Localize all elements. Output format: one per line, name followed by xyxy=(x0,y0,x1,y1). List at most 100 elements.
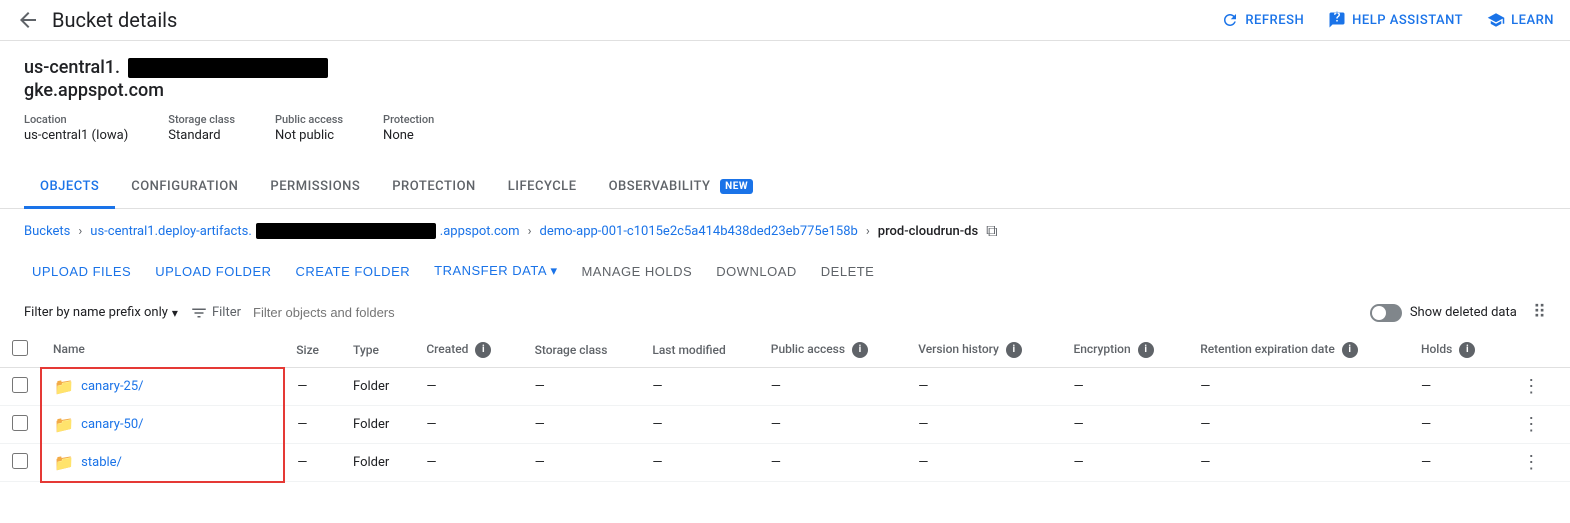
table-body: 📁 canary-25/ — Folder — — — — — — — — ⋮ … xyxy=(0,368,1570,482)
meta-storage-class: Storage class Standard xyxy=(168,113,235,143)
row-version-history: — xyxy=(906,444,1061,482)
copy-icon[interactable]: ⧉ xyxy=(986,221,997,241)
refresh-label: REFRESH xyxy=(1245,13,1304,28)
row-holds: — xyxy=(1409,406,1504,444)
row-public-access: — xyxy=(759,444,906,482)
meta-location: Location us-central1 (Iowa) xyxy=(24,113,128,143)
row-storage-class: — xyxy=(523,368,641,406)
breadcrumb-buckets[interactable]: Buckets xyxy=(24,224,70,239)
object-name-link[interactable]: canary-25/ xyxy=(81,379,143,394)
row-storage-class: — xyxy=(523,444,641,482)
toggle-knob xyxy=(1372,306,1386,320)
row-more-icon[interactable]: ⋮ xyxy=(1516,412,1546,437)
row-retention: — xyxy=(1188,406,1409,444)
tab-lifecycle[interactable]: LIFECYCLE xyxy=(492,167,593,209)
breadcrumb-bucket-name[interactable]: us-central1.deploy-artifacts..appspot.co… xyxy=(90,223,519,239)
row-type: Folder xyxy=(341,444,414,482)
tab-protection[interactable]: PROTECTION xyxy=(376,167,491,209)
filter-row: Filter by name prefix only ▾ Filter Show… xyxy=(0,293,1570,332)
download-button[interactable]: DOWNLOAD xyxy=(708,258,805,285)
created-info-icon[interactable]: i xyxy=(475,342,491,358)
folder-icon: 📁 xyxy=(54,377,74,396)
meta-storage-class-label: Storage class xyxy=(168,113,235,126)
delete-button[interactable]: DELETE xyxy=(813,258,883,285)
header-actions xyxy=(1504,332,1570,368)
row-checkbox[interactable] xyxy=(12,415,28,431)
filter-label: Filter xyxy=(212,305,241,320)
row-type: Folder xyxy=(341,406,414,444)
show-deleted-toggle[interactable] xyxy=(1370,304,1402,322)
row-retention: — xyxy=(1188,444,1409,482)
page-title: Bucket details xyxy=(52,8,177,32)
meta-public-access: Public access Not public xyxy=(275,113,343,143)
object-name-link[interactable]: stable/ xyxy=(81,455,122,470)
upload-files-button[interactable]: UPLOAD FILES xyxy=(24,258,139,285)
row-holds: — xyxy=(1409,368,1504,406)
filter-input[interactable] xyxy=(253,305,1358,320)
meta-public-access-value: Not public xyxy=(275,128,343,143)
tab-configuration[interactable]: CONFIGURATION xyxy=(115,167,254,209)
row-encryption: — xyxy=(1061,368,1188,406)
folder-icon: 📁 xyxy=(54,453,74,472)
row-more-icon[interactable]: ⋮ xyxy=(1516,374,1546,399)
header-created: Created i xyxy=(414,332,522,368)
row-holds: — xyxy=(1409,444,1504,482)
upload-folder-button[interactable]: UPLOAD FOLDER xyxy=(147,258,279,285)
select-all-checkbox[interactable] xyxy=(12,340,28,356)
manage-holds-button[interactable]: MANAGE HOLDS xyxy=(573,258,700,285)
table-row: 📁 stable/ — Folder — — — — — — — — ⋮ xyxy=(0,444,1570,482)
meta-protection-value: None xyxy=(383,128,434,143)
public-access-info-icon[interactable]: i xyxy=(852,342,868,358)
header-name: Name xyxy=(41,332,284,368)
tab-observability[interactable]: OBSERVABILITY NEW xyxy=(593,167,770,209)
help-action[interactable]: HELP ASSISTANT xyxy=(1328,11,1463,29)
encryption-info-icon[interactable]: i xyxy=(1138,342,1154,358)
filter-right: Show deleted data ⠿ xyxy=(1370,302,1546,323)
breadcrumb-redacted xyxy=(256,223,436,239)
row-encryption: — xyxy=(1061,444,1188,482)
header-version-history: Version history i xyxy=(906,332,1061,368)
header-size: Size xyxy=(284,332,341,368)
row-created: — xyxy=(414,368,522,406)
bucket-name-prefix: us-central1. xyxy=(24,57,120,78)
tab-permissions[interactable]: PERMISSIONS xyxy=(254,167,376,209)
show-deleted-toggle-area: Show deleted data xyxy=(1370,304,1517,322)
row-more-icon[interactable]: ⋮ xyxy=(1516,450,1546,475)
tab-objects[interactable]: OBJECTS xyxy=(24,167,115,209)
row-name-cell: 📁 canary-25/ xyxy=(41,368,284,406)
row-public-access: — xyxy=(759,368,906,406)
header-checkbox-col xyxy=(0,332,41,368)
object-name-link[interactable]: canary-50/ xyxy=(81,417,143,432)
row-checkbox[interactable] xyxy=(12,377,28,393)
row-encryption: — xyxy=(1061,406,1188,444)
refresh-action[interactable]: REFRESH xyxy=(1221,11,1304,29)
header-retention: Retention expiration date i xyxy=(1188,332,1409,368)
tabs-bar: OBJECTS CONFIGURATION PERMISSIONS PROTEC… xyxy=(0,167,1570,209)
meta-public-access-label: Public access xyxy=(275,113,343,126)
row-checkbox[interactable] xyxy=(12,453,28,469)
row-version-history: — xyxy=(906,406,1061,444)
row-size: — xyxy=(284,406,341,444)
help-label: HELP ASSISTANT xyxy=(1352,13,1463,28)
learn-action[interactable]: LEARN xyxy=(1487,11,1554,29)
breadcrumb: Buckets › us-central1.deploy-artifacts..… xyxy=(0,209,1570,253)
row-name-cell: 📁 canary-50/ xyxy=(41,406,284,444)
back-button[interactable] xyxy=(16,8,40,32)
transfer-data-button[interactable]: TRANSFER DATA xyxy=(426,257,565,285)
bucket-info: us-central1. gke.appspot.com Location us… xyxy=(0,41,1570,159)
breadcrumb-demo-app[interactable]: demo-app-001-c1015e2c5a414b438ded23eb775… xyxy=(540,224,858,239)
filter-icon-area[interactable]: Filter xyxy=(190,304,241,322)
header-left: Bucket details xyxy=(16,8,177,32)
column-settings-icon[interactable]: ⠿ xyxy=(1533,302,1546,323)
retention-info-icon[interactable]: i xyxy=(1342,342,1358,358)
holds-info-icon[interactable]: i xyxy=(1459,342,1475,358)
row-checkbox-cell xyxy=(0,444,41,482)
create-folder-button[interactable]: CREATE FOLDER xyxy=(288,258,419,285)
top-header: Bucket details REFRESH HELP ASSISTANT LE… xyxy=(0,0,1570,41)
learn-label: LEARN xyxy=(1511,13,1554,28)
table-header-row: Name Size Type Created i Storage class L… xyxy=(0,332,1570,368)
bucket-name: us-central1. xyxy=(24,57,1546,78)
filter-dropdown[interactable]: Filter by name prefix only ▾ xyxy=(24,301,178,324)
version-history-info-icon[interactable]: i xyxy=(1006,342,1022,358)
header-last-modified: Last modified xyxy=(640,332,758,368)
